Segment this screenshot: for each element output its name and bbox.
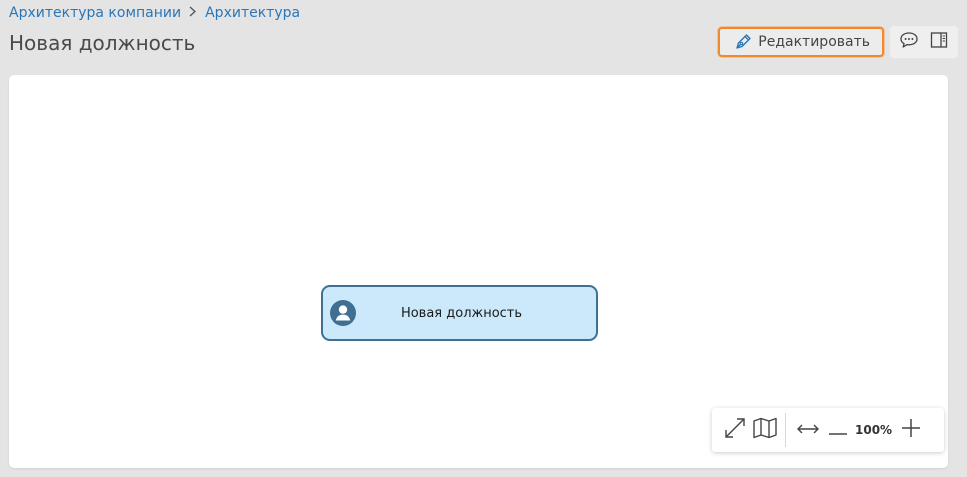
zoom-in-icon bbox=[901, 418, 921, 442]
fit-screen-icon bbox=[723, 416, 747, 444]
zoom-toolbar: 100% bbox=[712, 408, 944, 452]
zoom-out-button[interactable] bbox=[823, 415, 853, 445]
page: Архитектура компании Архитектура Новая д… bbox=[0, 0, 967, 477]
comment-icon bbox=[899, 31, 919, 53]
map-icon bbox=[752, 417, 778, 443]
position-node-label: Новая должность bbox=[400, 305, 523, 321]
side-panel-button[interactable] bbox=[924, 27, 954, 57]
zoom-level: 100% bbox=[855, 423, 893, 437]
fit-width-button[interactable] bbox=[793, 415, 823, 445]
minimap-button[interactable] bbox=[750, 415, 780, 445]
person-icon bbox=[330, 300, 356, 326]
toolbar-divider bbox=[785, 413, 786, 447]
edit-button-label: Редактировать bbox=[758, 34, 870, 50]
breadcrumb-item-company-architecture[interactable]: Архитектура компании bbox=[9, 5, 181, 21]
zoom-in-button[interactable] bbox=[896, 415, 926, 445]
side-panel-icon bbox=[930, 31, 948, 53]
zoom-out-icon bbox=[828, 421, 848, 440]
position-node[interactable]: Новая должность bbox=[321, 285, 598, 341]
edit-pen-icon bbox=[734, 33, 752, 51]
diagram-canvas[interactable]: Новая должность 100% bbox=[9, 75, 948, 468]
page-title: Новая должность bbox=[9, 31, 196, 55]
comments-button[interactable] bbox=[894, 27, 924, 57]
header-icon-group bbox=[890, 26, 958, 58]
fit-width-icon bbox=[796, 421, 820, 440]
fit-screen-button[interactable] bbox=[720, 415, 750, 445]
breadcrumb-item-architecture[interactable]: Архитектура bbox=[205, 5, 300, 21]
chevron-right-icon bbox=[189, 5, 197, 21]
edit-button[interactable]: Редактировать bbox=[718, 27, 884, 57]
breadcrumb: Архитектура компании Архитектура bbox=[9, 5, 300, 21]
header-toolbar: Редактировать bbox=[718, 25, 958, 59]
